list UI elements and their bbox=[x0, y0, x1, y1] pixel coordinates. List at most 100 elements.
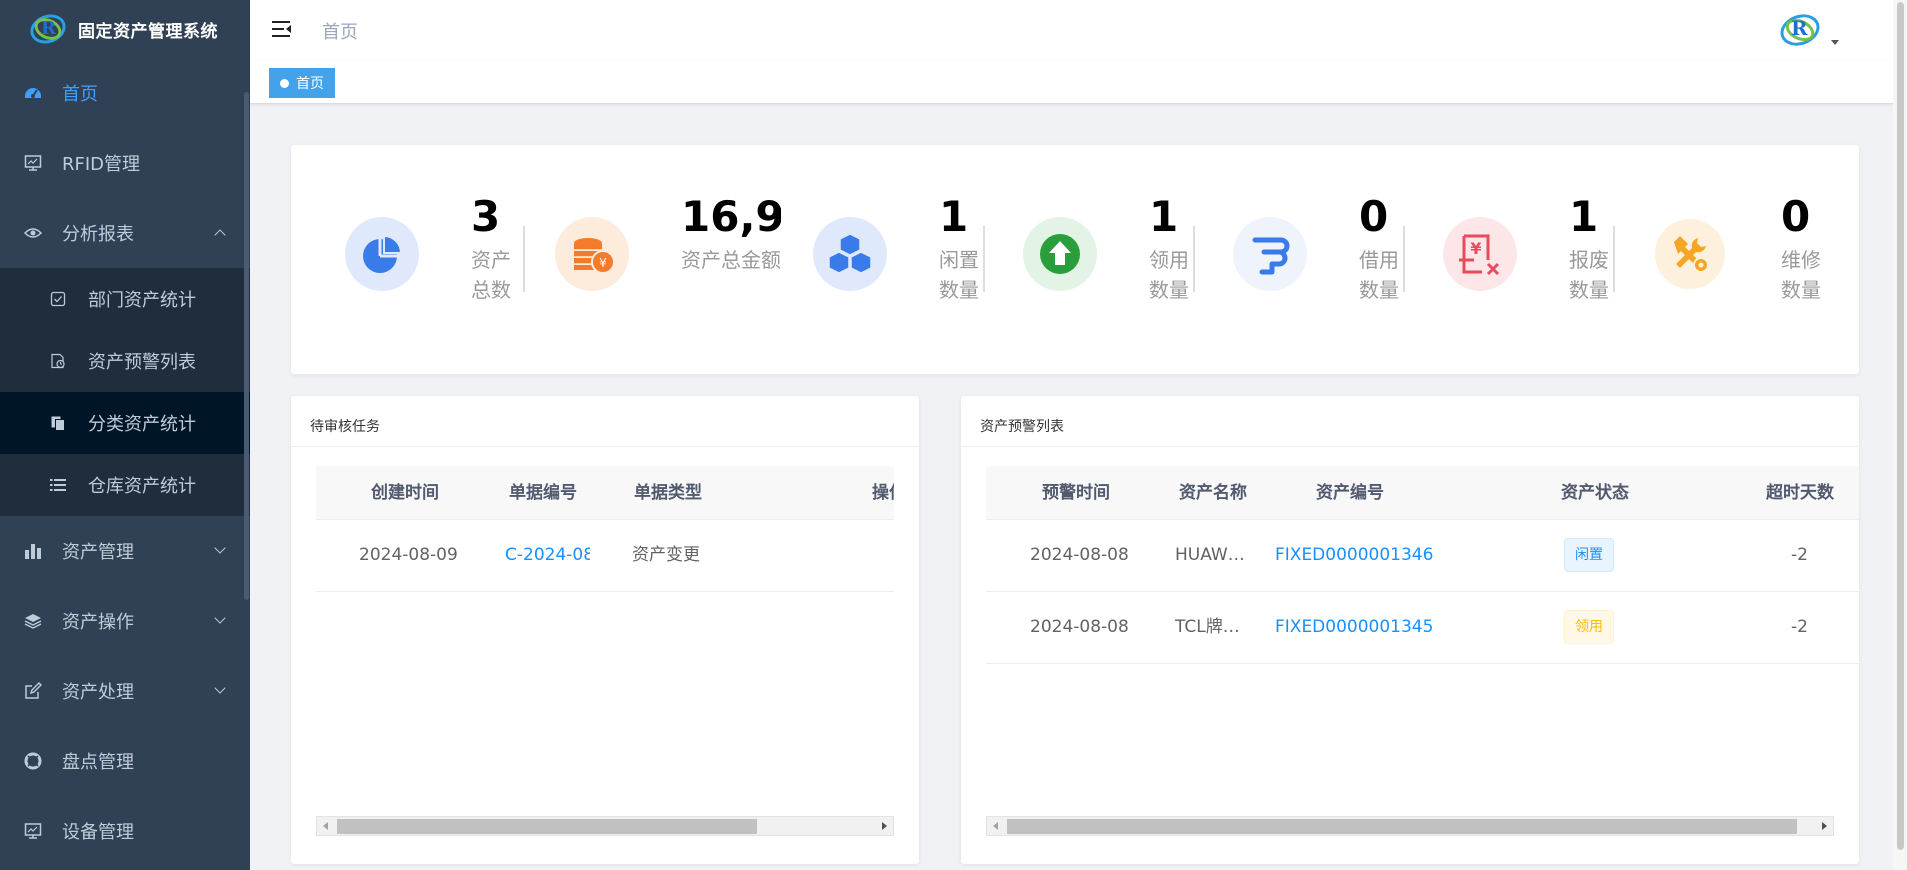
chevron-down-icon bbox=[214, 682, 226, 694]
stat-value: 1 bbox=[1149, 192, 1179, 241]
column-header[interactable]: 单据编号 bbox=[509, 466, 577, 519]
sidebar-item-devices[interactable]: 设备管理 bbox=[0, 796, 250, 866]
column-header[interactable]: 超时天数 bbox=[1766, 466, 1834, 519]
divider bbox=[1193, 226, 1195, 292]
tags-view: 首页 bbox=[250, 60, 1893, 104]
stat-scrapped: ¥ 1 报废 数量 bbox=[1443, 189, 1623, 309]
table-header: 预警时间 资产名称 资产编号 资产状态 超时天数 bbox=[986, 466, 1859, 520]
navbar: 首页 R bbox=[250, 0, 1907, 60]
column-header[interactable]: 资产状态 bbox=[1561, 466, 1629, 519]
sidebar-item-rfid[interactable]: RFID管理 bbox=[0, 128, 250, 198]
stat-value: 16,99 bbox=[681, 195, 781, 239]
divider bbox=[1403, 226, 1405, 292]
sidebar-item-label: 分类资产统计 bbox=[88, 414, 196, 435]
column-header[interactable]: 创建时间 bbox=[371, 466, 439, 519]
cell-code-link[interactable]: C-2024-08 bbox=[505, 520, 590, 591]
column-header[interactable]: 单据类型 bbox=[634, 466, 702, 519]
copy-icon bbox=[50, 415, 66, 431]
horizontal-scrollbar[interactable] bbox=[316, 816, 894, 836]
stats-card: 3 资产总数 ¥ 16,99 资产总金额 1 闲置数量 1 领用数量 0 借用数… bbox=[291, 145, 1859, 374]
status-badge: 闲置 bbox=[1564, 538, 1614, 572]
sidebar-item-asset-mgmt[interactable]: 资产管理 bbox=[0, 516, 250, 586]
scroll-right-icon[interactable] bbox=[882, 822, 887, 830]
sidebar-item-label: 资产处理 bbox=[62, 682, 134, 703]
stat-total-amount: ¥ 16,99 资产总金额 bbox=[555, 189, 781, 309]
divider bbox=[291, 446, 919, 447]
list-icon bbox=[50, 477, 66, 493]
column-header[interactable]: 预警时间 bbox=[1042, 466, 1110, 519]
stat-label: 资产总金额 bbox=[681, 248, 781, 272]
avatar[interactable]: R bbox=[1776, 9, 1824, 51]
scroll-right-icon[interactable] bbox=[1822, 822, 1827, 830]
sidebar-item-asset-ops[interactable]: 资产操作 bbox=[0, 586, 250, 656]
menu-toggle-icon[interactable] bbox=[272, 21, 291, 37]
sidebar-item-label: 首页 bbox=[62, 84, 98, 105]
scrollbar-thumb[interactable] bbox=[337, 819, 757, 834]
horizontal-scrollbar[interactable] bbox=[986, 816, 1834, 836]
scrollbar-thumb[interactable] bbox=[1007, 819, 1797, 834]
stat-label: 报废 数量 bbox=[1569, 248, 1609, 302]
monitor-icon bbox=[24, 154, 42, 172]
cell-code-link[interactable]: FIXED0000001346 bbox=[1275, 520, 1433, 591]
sidebar-item-label: 资产预警列表 bbox=[88, 352, 196, 373]
sidebar: R 固定资产管理系统 首页 RFID管理 分析报表 部门资产统计 资产预警列表 … bbox=[0, 0, 250, 870]
stat-total-assets: 3 资产 总数 bbox=[345, 189, 525, 309]
borrow-icon bbox=[1233, 217, 1307, 291]
cell-date: 2024-08-08 bbox=[1030, 617, 1129, 637]
scrap-icon: ¥ bbox=[1443, 217, 1517, 291]
cell-code-link[interactable]: FIXED0000001345 bbox=[1275, 592, 1433, 663]
scroll-left-icon[interactable] bbox=[323, 822, 328, 830]
checkbox-icon bbox=[50, 291, 66, 307]
stat-borrowed: 0 借用 数量 bbox=[1233, 189, 1413, 309]
bar-chart-icon bbox=[24, 542, 42, 560]
dashboard-icon bbox=[24, 84, 42, 102]
sidebar-item-category-stats[interactable]: 分类资产统计 bbox=[0, 392, 250, 454]
table-header: 创建时间 单据编号 单据类型 操作 bbox=[316, 466, 894, 520]
column-header[interactable]: 资产名称 bbox=[1179, 466, 1247, 519]
monitor-icon bbox=[24, 822, 42, 840]
sidebar-item-home[interactable]: 首页 bbox=[0, 58, 250, 128]
stat-label: 借用 数量 bbox=[1359, 248, 1399, 302]
tag-home[interactable]: 首页 bbox=[269, 68, 335, 98]
scroll-left-icon[interactable] bbox=[993, 822, 998, 830]
pie-icon bbox=[345, 217, 419, 291]
sidebar-scrollbar[interactable] bbox=[244, 92, 249, 600]
stat-value: 1 bbox=[1569, 192, 1599, 241]
sidebar-item-label: 部门资产统计 bbox=[88, 290, 196, 311]
sidebar-item-reports[interactable]: 分析报表 bbox=[0, 198, 250, 268]
stat-value: 0 bbox=[1781, 192, 1811, 241]
cell-days: -2 bbox=[1791, 617, 1808, 637]
stat-value: 0 bbox=[1359, 192, 1389, 241]
divider bbox=[1613, 226, 1615, 292]
stat-in-use: 1 领用 数量 bbox=[1023, 189, 1203, 309]
cubes-icon bbox=[813, 217, 887, 291]
caret-down-icon[interactable] bbox=[1831, 40, 1839, 45]
sidebar-item-dept-stats[interactable]: 部门资产统计 bbox=[0, 268, 250, 330]
sidebar-item-label: 分析报表 bbox=[62, 224, 134, 245]
chevron-down-icon bbox=[214, 612, 226, 624]
cell-date: 2024-08-09 bbox=[359, 545, 458, 565]
column-header[interactable]: 资产编号 bbox=[1316, 466, 1384, 519]
stat-label: 资产 总数 bbox=[471, 248, 511, 302]
reports-submenu: 部门资产统计 资产预警列表 分类资产统计 仓库资产统计 bbox=[0, 268, 250, 516]
chevron-down-icon bbox=[214, 542, 226, 554]
sidebar-item-label: RFID管理 bbox=[62, 154, 141, 175]
page-scrollbar[interactable] bbox=[1893, 0, 1907, 870]
divider bbox=[523, 226, 525, 292]
dot-icon bbox=[280, 78, 289, 88]
sidebar-item-label: 盘点管理 bbox=[62, 752, 134, 773]
sidebar-item-warehouse-stats[interactable]: 仓库资产统计 bbox=[0, 454, 250, 516]
sidebar-item-warning-list[interactable]: 资产预警列表 bbox=[0, 330, 250, 392]
lifebuoy-icon bbox=[24, 752, 42, 770]
tools-icon bbox=[1655, 219, 1725, 289]
coins-icon: ¥ bbox=[555, 217, 629, 291]
sidebar-item-asset-processing[interactable]: 资产处理 bbox=[0, 656, 250, 726]
status-badge: 领用 bbox=[1564, 610, 1614, 644]
sidebar-item-inventory[interactable]: 盘点管理 bbox=[0, 726, 250, 796]
breadcrumb[interactable]: 首页 bbox=[322, 18, 358, 44]
cell-name: HUAW… bbox=[1175, 545, 1245, 565]
stat-value: 3 bbox=[471, 192, 501, 241]
column-header[interactable]: 操作 bbox=[872, 466, 894, 519]
cell-days: -2 bbox=[1791, 545, 1808, 565]
svg-text:¥: ¥ bbox=[599, 256, 607, 270]
